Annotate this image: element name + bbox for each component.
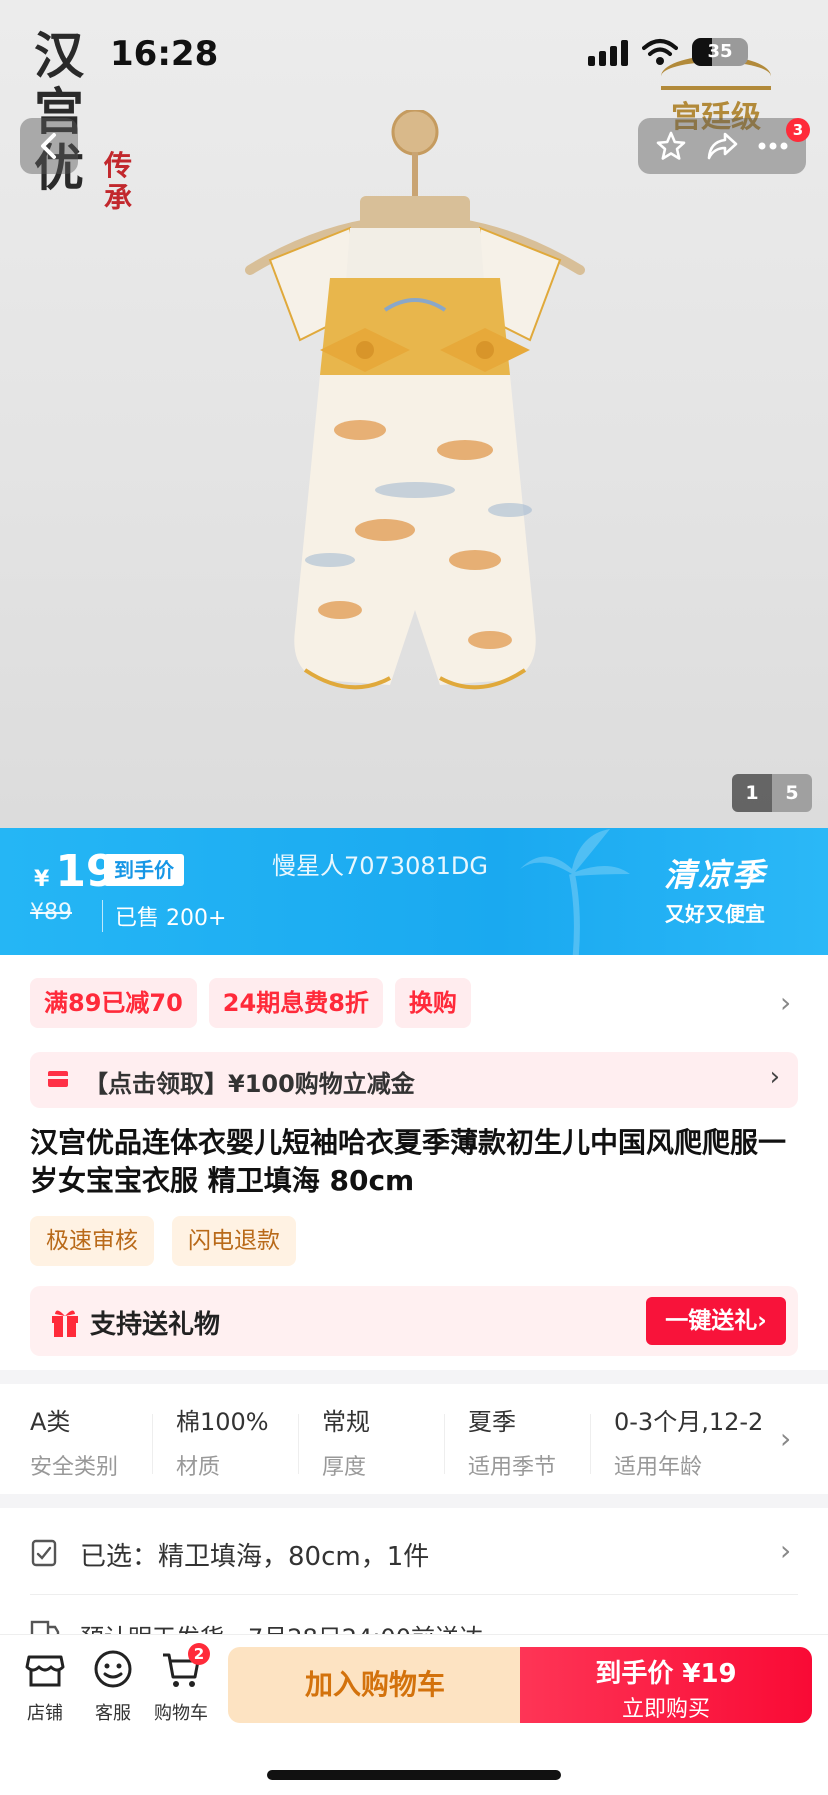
product-image-romper <box>245 110 585 690</box>
header-actions <box>638 118 806 174</box>
attribute-item: 棉100% 材质 <box>176 1408 269 1480</box>
send-gift-button[interactable]: 一键送礼› <box>646 1297 786 1345</box>
attribute-item: 夏季 适用季节 <box>468 1408 557 1480</box>
chevron-right-icon: › <box>780 1422 792 1455</box>
battery-level: 35 <box>707 41 733 62</box>
chevron-left-icon <box>41 133 56 159</box>
smile-chat-icon <box>94 1650 132 1688</box>
status-icons: 35 <box>588 38 748 66</box>
back-button[interactable] <box>20 118 78 174</box>
promo-tag[interactable]: 24期息费8折 <box>208 978 383 1028</box>
buy-now-button[interactable]: 到手价 ¥19 立即购买 <box>520 1647 812 1723</box>
chevron-right-icon: › <box>780 1534 792 1567</box>
attribute-item: 0-3个月,12-2 适用年龄 <box>614 1408 764 1480</box>
image-index-total: 5 <box>772 774 812 812</box>
chevron-right-icon: › <box>769 1062 780 1092</box>
status-time: 16:28 <box>110 34 219 74</box>
final-price-tag: 到手价 <box>104 854 184 886</box>
brand-seal: 传承 <box>104 149 133 214</box>
wifi-icon <box>642 39 678 65</box>
palm-tree-icon <box>520 829 630 955</box>
season-campaign[interactable]: 清凉季 又好又便宜 <box>664 850 766 927</box>
battery-icon: 35 <box>692 38 748 66</box>
customer-service-button[interactable]: 客服 <box>80 1647 146 1725</box>
card-icon <box>48 1071 68 1087</box>
gift-support-bar: 支持送礼物 一键送礼› <box>30 1286 798 1356</box>
attribute-item: A类 安全类别 <box>30 1408 119 1480</box>
original-price: ¥89 <box>30 900 72 925</box>
message-count-badge: 3 <box>786 118 810 142</box>
product-title: 汉宫优品连体衣婴儿短袖哈衣夏季薄款初生儿中国风爬爬服一岁女宝宝衣服 精卫填海 8… <box>30 1126 787 1197</box>
coupon-text: 【点击领取】¥100购物立减金 <box>84 1070 415 1098</box>
more-menu-icon[interactable] <box>756 129 790 163</box>
attribute-item: 常规 厚度 <box>322 1408 370 1480</box>
share-icon[interactable] <box>705 129 739 163</box>
cart-count-badge: 2 <box>188 1643 210 1665</box>
cellular-signal-icon <box>588 38 628 66</box>
promo-tag[interactable]: 换购 <box>394 978 471 1028</box>
gift-icon <box>52 1310 78 1337</box>
product-gallery[interactable]: 汉 宫 优 传承 宫廷级 3 16:28 35 1 5 <box>0 0 828 828</box>
seller-nickname: 慢星人7073081DG <box>272 852 488 880</box>
sku-selection-row[interactable]: 已选：精卫填海，80cm，1件 › <box>0 1520 828 1584</box>
store-button[interactable]: 店铺 <box>12 1647 78 1725</box>
coupon-claim-bar[interactable]: 【点击领取】¥100购物立减金 › <box>30 1052 798 1108</box>
selected-sku-text: 已选：精卫填海，80cm，1件 <box>80 1542 430 1572</box>
price-banner: ¥ 19 到手价 ¥89 已售 200+ 慢星人7073081DG 清凉季 又好… <box>0 828 828 955</box>
add-to-cart-button[interactable]: 加入购物车 <box>228 1647 522 1723</box>
gift-text: 支持送礼物 <box>90 1310 221 1340</box>
store-icon <box>25 1655 65 1687</box>
service-tag: 闪电退款 <box>172 1216 296 1266</box>
service-tag: 极速审核 <box>30 1216 154 1266</box>
section-divider <box>0 1494 828 1508</box>
image-counter: 1 5 <box>732 774 812 812</box>
product-detail-page: 汉 宫 优 传承 宫廷级 3 16:28 35 1 5 ¥ 19 到手价 ¥89… <box>0 0 828 1795</box>
promotion-tags[interactable]: 满89已减70 24期息费8折 换购 <box>30 978 471 1028</box>
service-tags: 极速审核 闪电退款 <box>30 1216 296 1266</box>
checklist-icon <box>31 1539 57 1567</box>
promo-tag[interactable]: 满89已减70 <box>30 978 197 1028</box>
section-divider <box>0 1370 828 1384</box>
sold-count: 已售 200+ <box>102 900 226 932</box>
chevron-right-icon[interactable]: › <box>780 986 791 1019</box>
favorite-star-icon[interactable] <box>654 129 688 163</box>
home-indicator <box>267 1770 561 1780</box>
product-attributes[interactable]: A类 安全类别 棉100% 材质 常规 厚度 夏季 适用季节 0-3个月,12-… <box>0 1386 828 1494</box>
image-index-current: 1 <box>732 774 772 812</box>
